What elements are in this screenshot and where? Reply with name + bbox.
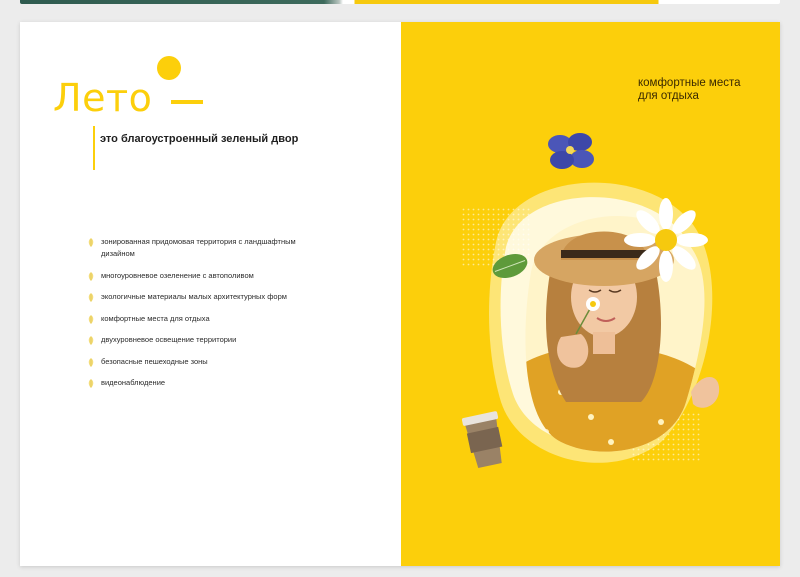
- subtitle-accent-bar: [93, 126, 95, 170]
- feature-text: многоуровневое озеленение с автополивом: [101, 270, 254, 280]
- feature-text: двухуровневое освещение территории: [101, 335, 237, 344]
- previous-page-edge: [20, 0, 780, 4]
- feature-text: видеонаблюдение: [101, 378, 166, 387]
- title-dash: [171, 100, 203, 104]
- feature-text: комфортные места для отдыха: [101, 313, 210, 323]
- sun-dot-icon: [157, 56, 181, 80]
- leaf-icon: [88, 379, 94, 388]
- list-item: видеонаблюдение: [87, 377, 327, 389]
- summer-illustration: [461, 133, 720, 468]
- page-title: Лето: [53, 76, 153, 120]
- blue-flower-icon: [548, 133, 594, 169]
- right-page: комфортные места для отдыха: [401, 22, 780, 566]
- leaf-icon: [88, 271, 94, 281]
- list-item: безопасные пешеходные зоны: [87, 356, 327, 368]
- feature-text: зонированная придомовая территория с лан…: [101, 237, 296, 258]
- feature-list: зонированная придомовая территория с лан…: [87, 236, 327, 399]
- list-item: зонированная придомовая территория с лан…: [87, 236, 327, 260]
- list-item: двухуровневое освещение территории: [87, 334, 327, 346]
- previous-page-strip: [0, 0, 800, 8]
- brochure-spread: Лето это благоустроенный зеленый двор зо…: [20, 22, 780, 566]
- page-subtitle: это благоустроенный зеленый двор: [100, 133, 299, 145]
- list-item: комфортные места для отдыха: [87, 313, 327, 325]
- leaf-icon: [88, 293, 94, 302]
- leaf-icon: [88, 314, 94, 324]
- left-page: Лето это благоустроенный зеленый двор зо…: [20, 22, 401, 566]
- feature-text: безопасные пешеходные зоны: [101, 356, 208, 366]
- leaf-icon: [88, 357, 94, 367]
- list-item: экологичные материалы малых архитектурны…: [87, 291, 327, 303]
- list-item: многоуровневое озеленение с автополивом: [87, 270, 327, 282]
- feature-text: экологичные материалы малых архитектурны…: [101, 292, 287, 301]
- coffee-cup-icon: [461, 411, 503, 468]
- leaf-icon: [88, 336, 94, 345]
- leaf-icon: [88, 238, 94, 247]
